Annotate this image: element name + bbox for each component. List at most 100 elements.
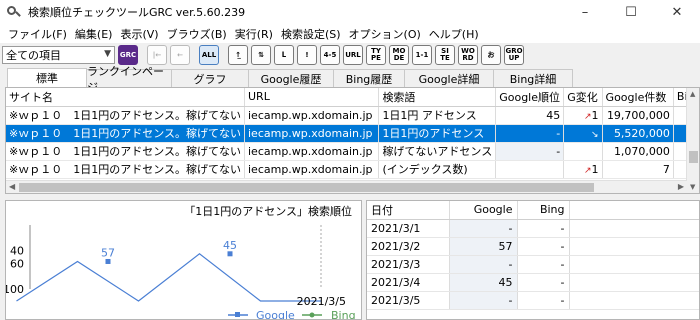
scroll-down-icon[interactable]: ▼ — [690, 183, 695, 191]
filter-select-value: 全ての項目 — [6, 49, 61, 62]
history-row[interactable]: 2021/3/3- - — [367, 255, 699, 274]
scroll-left-icon[interactable]: ◀ — [9, 182, 15, 191]
menu-file[interactable]: ファイル(F) — [4, 26, 71, 42]
cell-url: iecamp.wp.xdomain.jp — [244, 142, 380, 161]
group-button[interactable]: GRO UP — [504, 45, 524, 65]
cell-url: iecamp.wp.xdomain.jp — [244, 160, 380, 179]
alert-button[interactable]: ! — [297, 45, 317, 65]
cell-change: ↗1 — [563, 106, 603, 125]
tab-bing-detail[interactable]: Bing詳細 — [493, 69, 573, 87]
history-header-row: 日付 Google Bing — [367, 201, 699, 220]
mode-button[interactable]: MO DE — [389, 45, 409, 65]
legend-bing-marker — [309, 312, 315, 318]
history-google: - — [449, 255, 518, 274]
url-button[interactable]: URL — [343, 45, 363, 65]
col-date[interactable]: 日付 — [367, 201, 450, 220]
scroll-right-icon[interactable]: ▶ — [678, 182, 684, 191]
history-row[interactable]: 2021/3/4 45- — [367, 273, 699, 292]
col-bing[interactable]: Bing — [517, 201, 570, 220]
range-4-5-button[interactable]: 4-5 — [320, 45, 340, 65]
col-google-count[interactable]: Google件数 — [602, 88, 674, 107]
chevron-down-icon: ▼ — [104, 49, 111, 59]
rank-up-arrow-icon: ↗ — [584, 165, 592, 176]
col-g-change[interactable]: G変化 — [563, 88, 603, 107]
rank-down-button[interactable]: ᒪ — [274, 45, 294, 65]
rank-down-arrow-icon: ↘ — [591, 129, 599, 140]
results-grid: サイト名 URL 検索語 Google順位 G変化 Google件数 Bin ※… — [5, 87, 700, 194]
scroll-up-icon[interactable]: ▲ — [690, 90, 695, 98]
table-row-selected[interactable]: ※ｗｐ１０ 1日1円のアドセンス。稼げてない iecamp.wp.xdomain… — [6, 124, 699, 143]
tab-google-history[interactable]: Google履歴 — [248, 69, 334, 87]
minimize-button[interactable]: – — [562, 0, 608, 24]
history-google: - — [449, 291, 518, 310]
tab-rank-in-page[interactable]: ランクインページ — [86, 65, 172, 94]
history-row[interactable]: 2021/3/5- - — [367, 291, 699, 310]
menu-run[interactable]: 実行(R) — [231, 26, 277, 42]
cell-keyword: 稼げてないアドセンス — [378, 142, 497, 161]
col-google[interactable]: Google — [449, 201, 518, 220]
history-bing: - — [517, 291, 570, 310]
google-data-label: 57 — [101, 246, 115, 259]
col-site-name[interactable]: サイト名 — [6, 88, 245, 107]
cell-url: iecamp.wp.xdomain.jp — [244, 106, 380, 125]
y-tick-label: 40 — [10, 245, 24, 258]
history-date: 2021/3/1 — [367, 219, 450, 238]
history-google: 45 — [449, 273, 518, 292]
cell-keyword: 1日1円のアドセンス — [378, 124, 497, 143]
type-button[interactable]: TY PE — [366, 45, 386, 65]
history-date: 2021/3/5 — [367, 291, 450, 310]
menu-search-settings[interactable]: 検索設定(S) — [277, 26, 345, 42]
one-to-one-button[interactable]: 1-1 — [412, 45, 432, 65]
grid-header-row: サイト名 URL 検索語 Google順位 G変化 Google件数 Bin — [6, 88, 699, 107]
menu-edit[interactable]: 編集(E) — [71, 26, 117, 42]
cell-rank: - — [495, 142, 565, 161]
chart-title: 「1日1円のアドセンス」検索順位 — [184, 204, 352, 218]
cell-count: 7 — [602, 160, 674, 179]
cell-site: ※ｗｐ１０ 1日1円のアドセンス。稼げてない — [6, 124, 245, 143]
table-row[interactable]: ※ｗｐ１０ 1日1円のアドセンス。稼げてない iecamp.wp.xdomain… — [6, 106, 699, 125]
col-google-rank[interactable]: Google順位 — [495, 88, 565, 107]
o-button[interactable]: お — [481, 45, 501, 65]
history-date: 2021/3/2 — [367, 237, 450, 256]
tab-google-detail[interactable]: Google詳細 — [404, 69, 494, 87]
menu-help[interactable]: ヘルプ(H) — [425, 26, 483, 42]
cell-change — [563, 142, 603, 161]
menu-view[interactable]: 表示(V) — [116, 26, 162, 42]
tab-graph[interactable]: グラフ — [171, 69, 249, 87]
history-row[interactable]: 2021/3/1- - — [367, 219, 699, 238]
all-button[interactable]: ALL — [199, 45, 219, 65]
col-url[interactable]: URL — [244, 88, 380, 107]
view-tabs: 標準 ランクインページ グラフ Google履歴 Bing履歴 Google詳細… — [0, 65, 700, 94]
cell-count: 1,070,000 — [602, 142, 674, 161]
tab-bing-history[interactable]: Bing履歴 — [333, 69, 405, 87]
rank-up-arrow-icon: ↗ — [584, 111, 592, 122]
cell-keyword: (インデックス数) — [378, 160, 497, 179]
grid-horizontal-scrollbar[interactable]: ◀ ▶ — [6, 180, 687, 193]
title-bar: 検索順位チェックツールGRC ver.5.60.239 – ☐ ✕ — [0, 0, 700, 24]
menu-browse[interactable]: ブラウズ(B) — [163, 26, 231, 42]
scroll-thumb[interactable] — [689, 151, 698, 163]
word-button[interactable]: WO RD — [458, 45, 478, 65]
filter-select[interactable]: 全ての項目 ▼ — [2, 46, 115, 64]
y-tick-label: 60 — [10, 257, 24, 270]
history-bing: - — [517, 237, 570, 256]
maximize-button[interactable]: ☐ — [608, 0, 654, 24]
grid-vertical-scrollbar[interactable]: ▲ ▼ — [686, 88, 699, 193]
menu-options[interactable]: オプション(O) — [345, 26, 425, 42]
back-button[interactable]: ← — [170, 45, 190, 65]
col-keyword[interactable]: 検索語 — [378, 88, 497, 107]
table-row[interactable]: ※ｗｐ１０ 1日1円のアドセンス。稼げてない iecamp.wp.xdomain… — [6, 142, 699, 161]
tab-standard[interactable]: 標準 — [7, 68, 87, 87]
history-row[interactable]: 2021/3/2 57- — [367, 237, 699, 256]
table-row[interactable]: ※ｗｐ１０ 1日1円のアドセンス。稼げてない iecamp.wp.xdomain… — [6, 160, 699, 179]
rank-up-button[interactable]: ↑̲ — [228, 45, 248, 65]
magnifier-app-icon — [6, 5, 22, 19]
site-button[interactable]: SI TE — [435, 45, 455, 65]
legend-bing-label: Bing — [331, 309, 356, 320]
cell-site: ※ｗｐ１０ 1日1円のアドセンス。稼げてない — [6, 142, 245, 161]
scroll-thumb[interactable] — [19, 183, 594, 192]
close-button[interactable]: ✕ — [654, 0, 700, 24]
google-data-point — [227, 251, 233, 257]
window-title: 検索順位チェックツールGRC ver.5.60.239 — [28, 6, 246, 19]
sort-button[interactable]: ⇅ — [251, 45, 271, 65]
